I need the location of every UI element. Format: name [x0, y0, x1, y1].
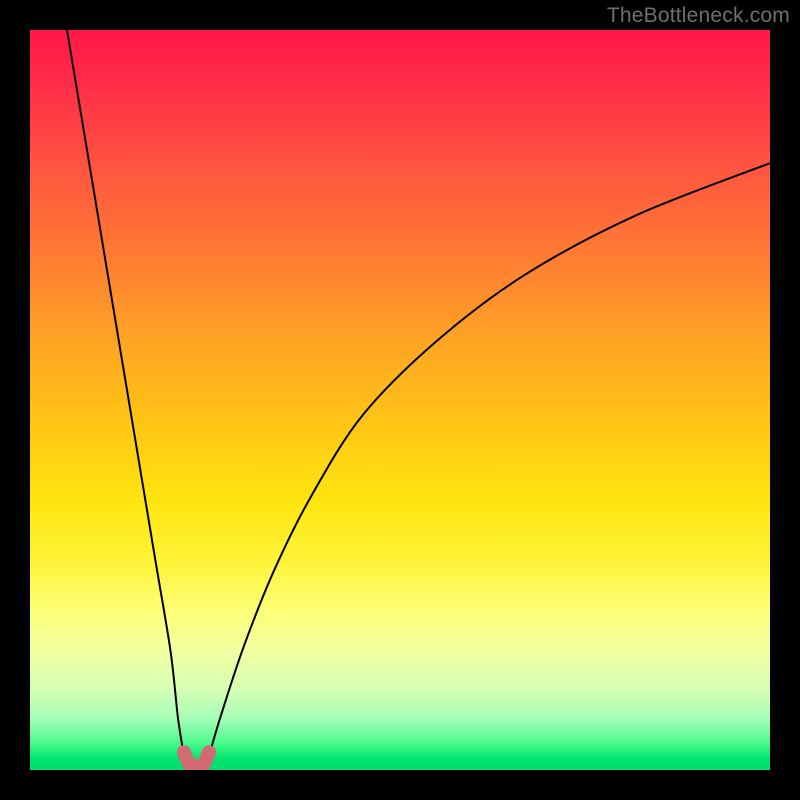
watermark-text: TheBottleneck.com: [607, 4, 790, 28]
chart-frame: TheBottleneck.com: [0, 0, 800, 800]
series-valley-marker: [184, 752, 209, 767]
plot-area: [30, 30, 770, 770]
curve-layer: [30, 30, 770, 770]
series-left-branch: [67, 30, 184, 755]
series-right-branch: [209, 163, 770, 755]
